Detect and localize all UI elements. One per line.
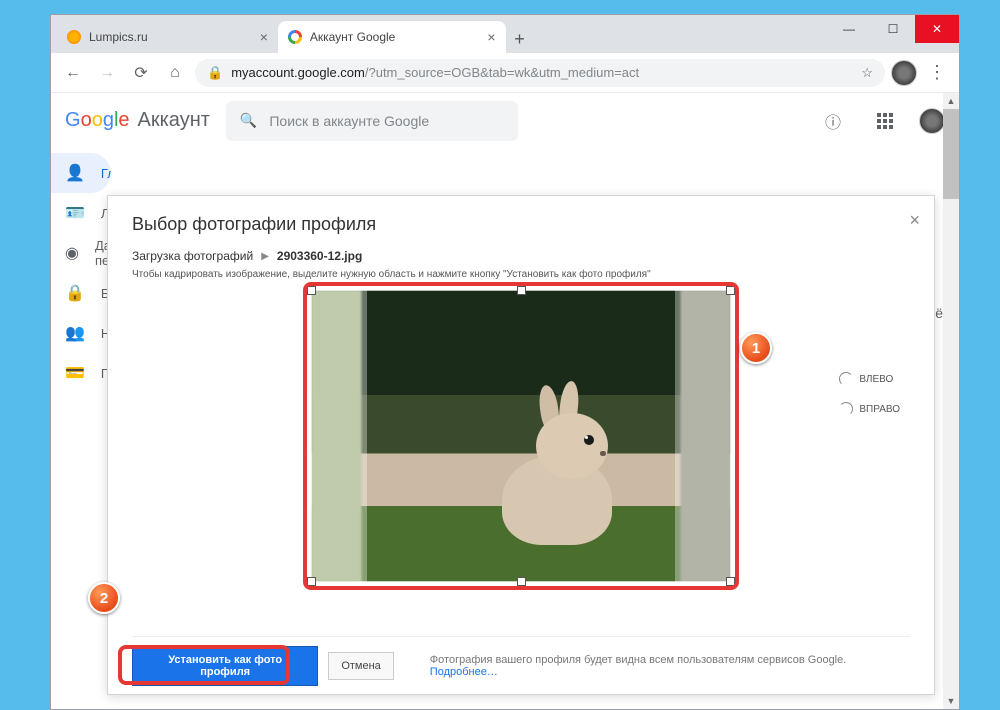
card-icon: 💳 — [65, 363, 85, 383]
forward-button[interactable]: → — [93, 59, 121, 87]
window-controls: — ☐ ✕ — [827, 15, 959, 43]
sidebar-item-security[interactable]: 🔒Бе — [51, 273, 111, 313]
page-content: Google Аккаунт 🔍 Поиск в аккаунте Google… — [51, 93, 959, 709]
tab-strip: Lumpics.ru × Аккаунт Google × + — [51, 15, 534, 53]
address-bar: ← → ⟳ ⌂ 🔒 myaccount.google.com/?utm_sour… — [51, 53, 959, 93]
search-icon: 🔍 — [240, 112, 257, 129]
search-placeholder: Поиск в аккаунте Google — [269, 113, 429, 129]
titlebar: Lumpics.ru × Аккаунт Google × + — ☐ ✕ — [51, 15, 959, 53]
back-button[interactable]: ← — [59, 59, 87, 87]
photo-preview — [311, 290, 731, 582]
truncated-text: ё — [935, 305, 943, 321]
profile-photo-dialog: × Выбор фотографии профиля Загрузка фото… — [107, 195, 935, 695]
rotate-left-button[interactable]: ВЛЕВО — [839, 372, 900, 386]
id-card-icon: 🪪 — [65, 203, 85, 223]
account-label: Аккаунт — [138, 109, 210, 132]
learn-more-link[interactable]: Подробнее… — [430, 666, 498, 678]
google-bar: Google Аккаунт 🔍 Поиск в аккаунте Google… — [51, 93, 959, 149]
scroll-down-icon[interactable]: ▼ — [943, 693, 959, 709]
rabbit-image — [492, 395, 622, 545]
people-icon: 👥 — [65, 323, 85, 343]
crop-handle-bl[interactable] — [307, 577, 316, 586]
crop-hint: Чтобы кадрировать изображение, выделите … — [132, 269, 910, 280]
chevron-right-icon: ▶ — [261, 251, 269, 262]
footer-note: Фотография вашего профиля будет видна вс… — [430, 654, 910, 678]
breadcrumb-file: 2903360-12.jpg — [277, 249, 362, 263]
crop-area[interactable] — [311, 290, 731, 582]
rotate-right-icon — [839, 402, 853, 416]
crop-handle-tm[interactable] — [517, 286, 526, 295]
favicon-lumpics — [67, 30, 81, 44]
user-icon: 👤 — [65, 163, 85, 183]
favicon-google — [288, 30, 302, 44]
rotate-right-button[interactable]: ВПРАВО — [839, 402, 900, 416]
scroll-up-icon[interactable]: ▲ — [943, 93, 959, 109]
apps-button[interactable] — [867, 103, 903, 139]
callout-badge-1: 1 — [740, 332, 772, 364]
browser-window: Lumpics.ru × Аккаунт Google × + — ☐ ✕ ← … — [50, 14, 960, 710]
close-window-button[interactable]: ✕ — [915, 15, 959, 43]
profile-avatar-button[interactable] — [891, 60, 917, 86]
bookmark-icon[interactable]: ☆ — [861, 65, 873, 81]
scrollbar[interactable]: ▲ ▼ — [943, 93, 959, 709]
close-icon[interactable]: × — [260, 29, 268, 45]
minimize-button[interactable]: — — [827, 15, 871, 43]
dialog-title: Выбор фотографии профиля — [132, 214, 910, 235]
crop-handle-bm[interactable] — [517, 577, 526, 586]
crop-handle-tl[interactable] — [307, 286, 316, 295]
browser-menu-button[interactable]: ⋮ — [923, 59, 951, 87]
dialog-close-button[interactable]: × — [909, 210, 920, 231]
tab-lumpics[interactable]: Lumpics.ru × — [57, 21, 278, 53]
lock-icon: 🔒 — [207, 65, 223, 81]
sidebar-item-personal-info[interactable]: 🪪Ли — [51, 193, 111, 233]
breadcrumb: Загрузка фотографий ▶ 2903360-12.jpg — [132, 249, 910, 263]
url-text: myaccount.google.com/?utm_source=OGB&tab… — [231, 65, 639, 80]
tab-title: Аккаунт Google — [310, 30, 395, 44]
help-button[interactable]: ⓘ — [815, 103, 851, 139]
lock-icon: 🔒 — [65, 283, 85, 303]
sidebar-item-payments[interactable]: 💳Пл — [51, 353, 111, 393]
crop-handle-br[interactable] — [726, 577, 735, 586]
google-logo: Google — [65, 109, 130, 132]
reload-button[interactable]: ⟳ — [127, 59, 155, 87]
callout-badge-2: 2 — [88, 582, 120, 614]
sidebar-item-data[interactable]: ◉Да пе — [51, 233, 111, 273]
home-button[interactable]: ⌂ — [161, 59, 189, 87]
sidebar: 👤Гл 🪪Ли ◉Да пе 🔒Бе 👥На 💳Пл — [51, 149, 111, 709]
toggle-icon: ◉ — [65, 243, 79, 263]
scroll-thumb[interactable] — [943, 109, 959, 199]
account-search[interactable]: 🔍 Поиск в аккаунте Google — [226, 101, 519, 141]
rotate-left-icon — [839, 372, 853, 386]
tab-title: Lumpics.ru — [89, 30, 148, 44]
sidebar-item-people[interactable]: 👥На — [51, 313, 111, 353]
cancel-button[interactable]: Отмена — [328, 652, 393, 680]
tab-google-account[interactable]: Аккаунт Google × — [278, 21, 506, 53]
close-icon[interactable]: × — [487, 29, 495, 45]
set-profile-photo-button[interactable]: Установить как фото профиля — [132, 646, 318, 686]
breadcrumb-root[interactable]: Загрузка фотографий — [132, 249, 253, 263]
maximize-button[interactable]: ☐ — [871, 15, 915, 43]
url-field[interactable]: 🔒 myaccount.google.com/?utm_source=OGB&t… — [195, 59, 885, 87]
new-tab-button[interactable]: + — [506, 25, 534, 53]
dialog-footer: Установить как фото профиля Отмена Фотог… — [132, 636, 910, 694]
rotate-controls: ВЛЕВО ВПРАВО — [839, 372, 900, 416]
crop-handle-tr[interactable] — [726, 286, 735, 295]
sidebar-item-home[interactable]: 👤Гл — [51, 153, 111, 193]
account-avatar[interactable] — [919, 108, 945, 134]
